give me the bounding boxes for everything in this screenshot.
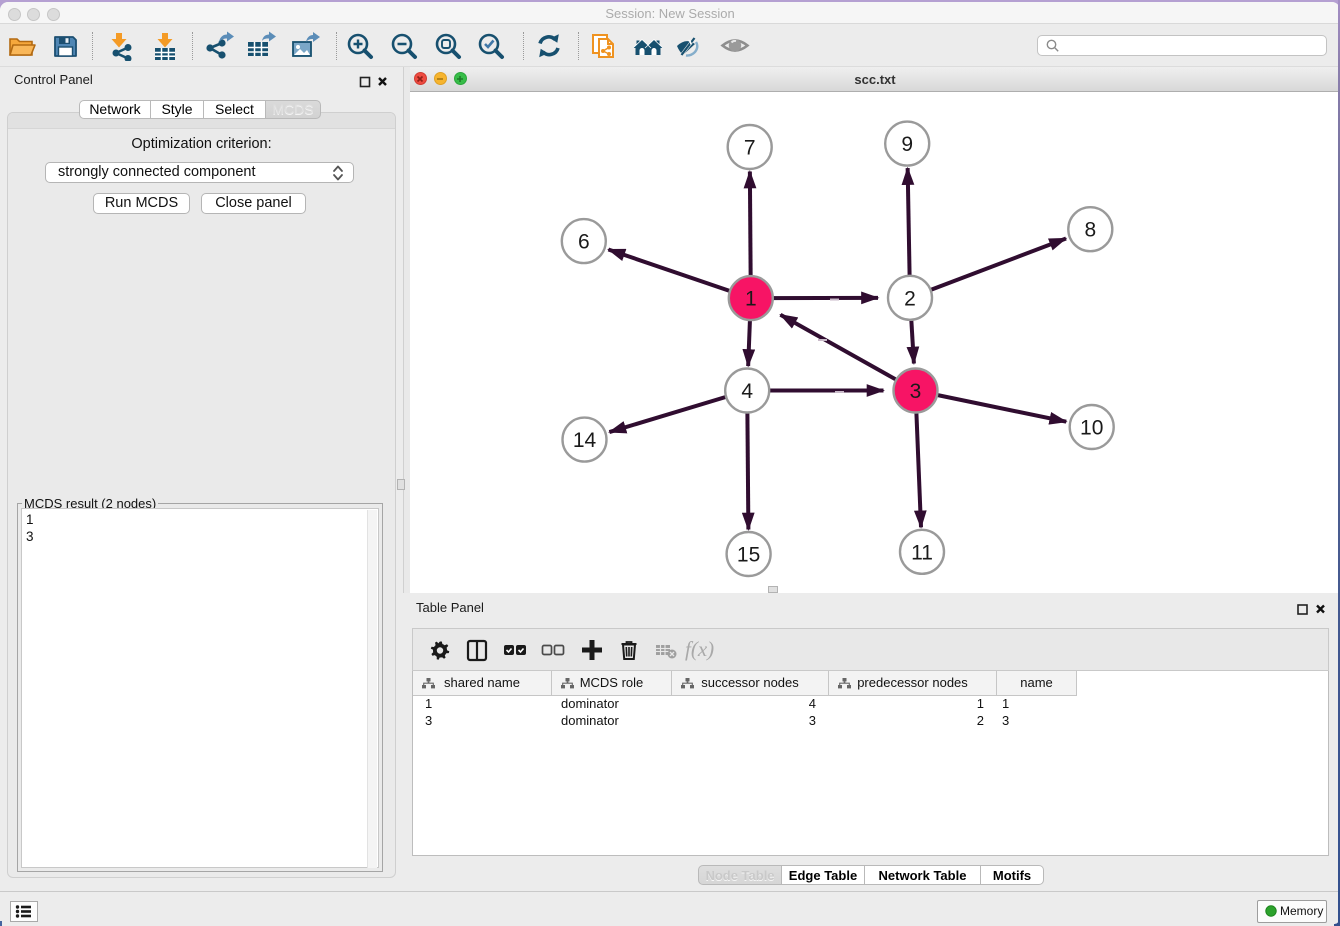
svg-text:9: 9 [901,133,913,156]
svg-text:8: 8 [1084,219,1096,242]
svg-text:15: 15 [737,544,760,567]
svg-text:6: 6 [578,231,590,254]
svg-text:7: 7 [744,137,756,160]
svg-text:1: 1 [745,288,757,311]
svg-text:2: 2 [904,287,916,310]
svg-text:14: 14 [573,429,597,452]
svg-text:4: 4 [741,380,753,403]
svg-text:3: 3 [910,380,922,403]
svg-text:10: 10 [1080,417,1103,440]
svg-text:11: 11 [911,541,933,564]
